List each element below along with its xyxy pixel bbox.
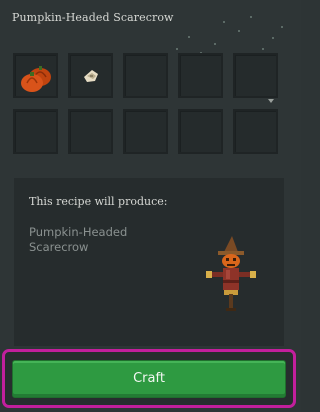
star-particle [214, 43, 216, 45]
window-title: Pumpkin-Headed Scarecrow [12, 11, 174, 24]
scarecrow-icon [206, 236, 256, 311]
ingredient-slot-3[interactable] [123, 53, 168, 98]
ingredient-slot-8[interactable] [123, 109, 168, 154]
scrap-paper-icon [84, 70, 98, 82]
recipe-product-name: Pumpkin-Headed Scarecrow [29, 225, 128, 254]
ingredient-slot-10[interactable] [233, 109, 278, 154]
ingredient-slot-4[interactable] [178, 53, 223, 98]
ingredient-slot-2[interactable] [68, 53, 113, 98]
star-particle [238, 30, 240, 32]
star-particle [188, 36, 190, 38]
star-particle [272, 37, 274, 39]
ingredient-slot-1[interactable] [13, 53, 58, 98]
scroll-down-arrow-icon[interactable] [268, 99, 274, 103]
pumpkins-icon [21, 66, 51, 92]
star-particle [250, 16, 252, 18]
ingredient-slot-5[interactable] [233, 53, 278, 98]
crafting-window: Pumpkin-Headed Scarecrow This recipe wil… [0, 0, 301, 412]
recipe-output-panel: This recipe will produce: Pumpkin-Headed… [14, 178, 284, 346]
ingredient-slot-7[interactable] [68, 109, 113, 154]
ingredient-slot-6[interactable] [13, 109, 58, 154]
star-particle [176, 48, 178, 50]
recipe-heading: This recipe will produce: [29, 195, 168, 208]
star-particle [262, 48, 264, 50]
craft-button[interactable]: Craft [12, 360, 286, 398]
star-particle [281, 26, 283, 28]
star-particle [223, 21, 225, 23]
ingredient-slot-9[interactable] [178, 109, 223, 154]
